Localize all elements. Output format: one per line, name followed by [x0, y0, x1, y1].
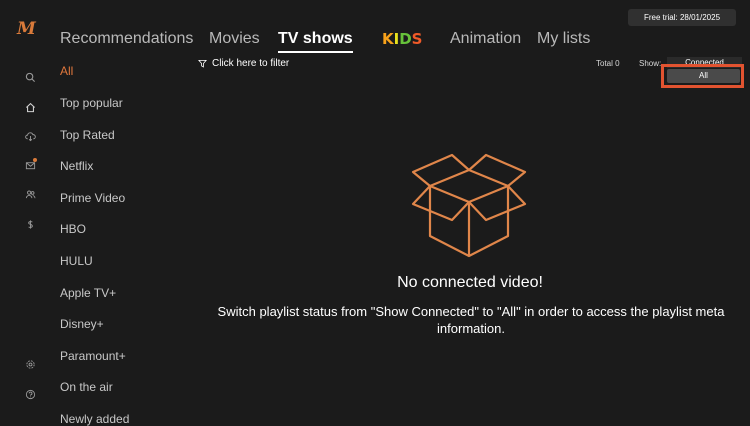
- cloud-download-icon[interactable]: [23, 129, 37, 143]
- category-item[interactable]: HULU: [60, 254, 93, 268]
- filter-button[interactable]: Click here to filter: [198, 58, 289, 69]
- free-trial-badge: Free trial: 28/01/2025: [628, 9, 736, 26]
- tab-animation[interactable]: Animation: [450, 30, 521, 48]
- home-icon[interactable]: [23, 100, 37, 114]
- category-item[interactable]: Netflix: [60, 159, 93, 173]
- category-item[interactable]: All: [60, 64, 73, 78]
- settings-icon[interactable]: [23, 357, 37, 371]
- total-count: Total 0: [596, 59, 620, 68]
- kids-logo-letter: K: [382, 30, 394, 48]
- show-label: Show:: [639, 59, 662, 68]
- tab-kids[interactable]: KIDS: [382, 30, 422, 49]
- category-item[interactable]: On the air: [60, 380, 113, 394]
- category-item[interactable]: Disney+: [60, 317, 104, 331]
- app-logo: M: [17, 19, 36, 39]
- tab-my-lists[interactable]: My lists: [537, 30, 590, 48]
- kids-logo-letter: D: [399, 30, 412, 48]
- category-item[interactable]: Prime Video: [60, 191, 125, 205]
- category-item[interactable]: HBO: [60, 222, 86, 236]
- mail-icon[interactable]: [23, 158, 37, 172]
- filter-label: Click here to filter: [212, 58, 290, 69]
- empty-state-description: Switch playlist status from "Show Connec…: [217, 304, 725, 336]
- notification-dot: [33, 158, 37, 162]
- show-status-dropdown[interactable]: Connected: [667, 57, 742, 68]
- help-icon[interactable]: [23, 387, 37, 401]
- sidebar-rail: M: [0, 0, 52, 422]
- users-icon[interactable]: [23, 187, 37, 201]
- category-item[interactable]: Top Rated: [60, 128, 115, 142]
- kids-logo-letter: S: [411, 30, 423, 48]
- category-item[interactable]: Apple TV+: [60, 286, 116, 300]
- empty-state-title: No connected video!: [397, 274, 543, 291]
- tab-tv-shows[interactable]: TV shows: [278, 30, 353, 53]
- category-item[interactable]: Newly added: [60, 412, 129, 426]
- show-option-all[interactable]: All: [667, 69, 740, 83]
- tab-movies[interactable]: Movies: [209, 30, 260, 48]
- search-icon[interactable]: [23, 70, 37, 84]
- empty-box-icon: [411, 153, 527, 258]
- category-item[interactable]: Paramount+: [60, 349, 126, 363]
- dollar-icon[interactable]: [23, 217, 37, 231]
- filter-icon: [198, 59, 207, 68]
- category-item[interactable]: Top popular: [60, 96, 123, 110]
- tab-recommendations[interactable]: Recommendations: [60, 30, 193, 48]
